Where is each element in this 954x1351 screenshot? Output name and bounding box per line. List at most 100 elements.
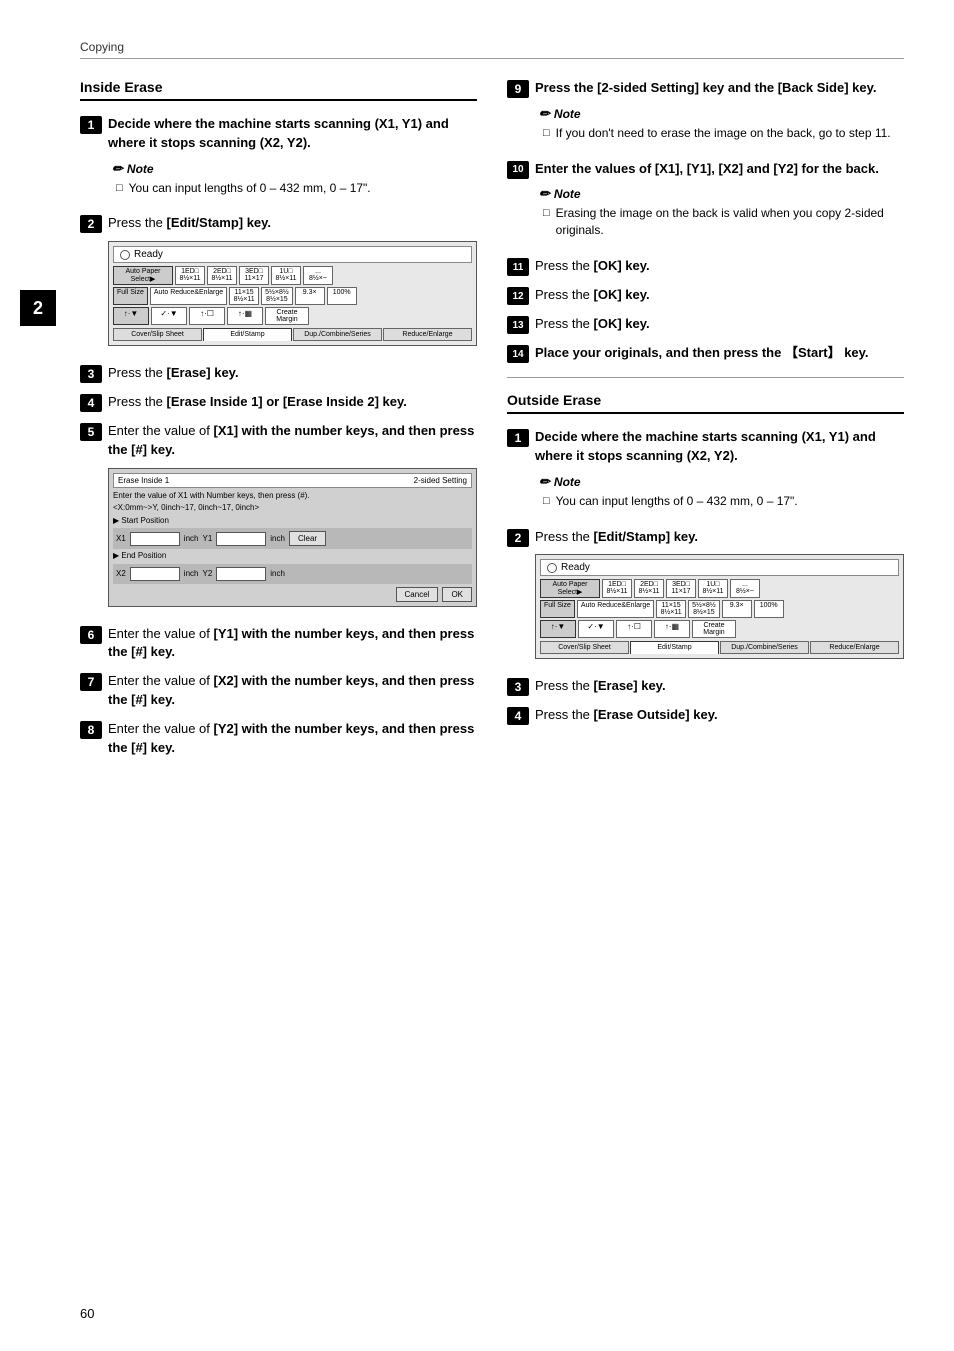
step-8-content: Enter the value of [Y2] with the number …	[108, 720, 477, 758]
y2-unit: inch	[270, 569, 285, 578]
step-10: 10 Enter the values of [X1], [Y1], [X2] …	[507, 160, 904, 247]
outside-screen-tray-5: ...8½×~	[730, 579, 760, 598]
screen-tray-4: 1U□8½×11	[271, 266, 301, 285]
step-num-10: 10	[507, 161, 529, 179]
step-9-text: Press the [2-sided Setting] key and the …	[535, 79, 904, 98]
screen-zoom: 9.3×	[295, 287, 325, 305]
screen-mockup-2: Erase Inside 1 2-sided Setting Enter the…	[108, 468, 477, 607]
step-num-6: 6	[80, 626, 102, 644]
step-5-text: Enter the value of [X1] with the number …	[108, 422, 477, 460]
step-13-content: Press the [OK] key.	[535, 315, 904, 334]
step-11-content: Press the [OK] key.	[535, 257, 904, 276]
screen-icon-3: ↑·☐	[189, 307, 225, 325]
screen-auto-paper: Auto PaperSelect▶	[113, 266, 173, 285]
screen2-end-pos: ▶ End Position	[113, 551, 472, 561]
outside-step-4-text: Press the [Erase Outside] key.	[535, 706, 904, 725]
outside-step-3-text: Press the [Erase] key.	[535, 677, 904, 696]
screen-header-1: Ready	[113, 246, 472, 263]
outside-screen-create-margin: CreateMargin	[692, 620, 736, 638]
screen-mockup-1: Ready Auto PaperSelect▶ 1ED□8½×11 2ED□8½…	[108, 241, 477, 346]
step-3-content: Press the [Erase] key.	[108, 364, 477, 383]
ok-btn-1[interactable]: OK	[442, 587, 472, 602]
step-8: 8 Enter the value of [Y2] with the numbe…	[80, 720, 477, 758]
outside-screen-tabs: Cover/Slip Sheet Edit/Stamp Dup./Combine…	[540, 641, 899, 654]
outside-screen-tray-1: 1ED□8½×11	[602, 579, 632, 598]
step-1-note: ✏ Note You can input lengths of 0 – 432 …	[108, 161, 477, 197]
step-6-content: Enter the value of [Y1] with the number …	[108, 625, 477, 663]
outside-step-num-4: 4	[507, 707, 529, 725]
outside-step-2-text: Press the [Edit/Stamp] key.	[535, 528, 904, 547]
step-8-text: Enter the value of [Y2] with the number …	[108, 720, 477, 758]
step-6: 6 Enter the value of [Y1] with the numbe…	[80, 625, 477, 663]
outside-screen-size-2: 5½×8½8½×15	[688, 600, 720, 618]
step-10-content: Enter the values of [X1], [Y1], [X2] and…	[535, 160, 904, 247]
step-7-content: Enter the value of [X2] with the number …	[108, 672, 477, 710]
pencil-icon-1: ✏	[112, 161, 123, 177]
step-num-9: 9	[507, 80, 529, 98]
screen-icon-row: ↑·▼ ✓·▼ ↑·☐ ↑·▦ CreateMargin	[113, 307, 472, 325]
screen2-header: Erase Inside 1 2-sided Setting	[113, 473, 472, 488]
y2-field[interactable]	[216, 567, 266, 581]
x1-field[interactable]	[130, 532, 180, 546]
step-1-text: Decide where the machine starts scanning…	[108, 116, 449, 150]
outside-screen-icon-row: ↑·▼ ✓·▼ ↑·☐ ↑·▦ CreateMargin	[540, 620, 899, 638]
y1-field[interactable]	[216, 532, 266, 546]
step-13: 13 Press the [OK] key.	[507, 315, 904, 334]
clear-btn-1[interactable]: Clear	[289, 531, 326, 546]
cancel-btn-1[interactable]: Cancel	[396, 587, 439, 602]
step-num-3: 3	[80, 365, 102, 383]
x1-unit: inch	[184, 534, 199, 543]
step-13-text: Press the [OK] key.	[535, 315, 904, 334]
step-4-content: Press the [Erase Inside 1] or [Erase Ins…	[108, 393, 477, 412]
screen-tray-2: 2ED□8½×11	[207, 266, 237, 285]
screen-icon-2: ✓·▼	[151, 307, 187, 325]
screen-paper-row: Auto PaperSelect▶ 1ED□8½×11 2ED□8½×11 3E…	[113, 266, 472, 285]
step-5: 5 Enter the value of [X1] with the numbe…	[80, 422, 477, 614]
x2-field[interactable]	[130, 567, 180, 581]
outside-screen-fullsize: Full Size	[540, 600, 575, 618]
outside-screen-tray-4: 1U□8½×11	[698, 579, 728, 598]
step-12-text: Press the [OK] key.	[535, 286, 904, 305]
outside-screen-tab-edit: Edit/Stamp	[630, 641, 719, 654]
screen2-info-1: Enter the value of X1 with Number keys, …	[113, 491, 472, 501]
page-number: 60	[80, 1306, 94, 1321]
inside-erase-section: Inside Erase 1 Decide where the machine …	[80, 79, 477, 768]
note-item-10: Erasing the image on the back is valid w…	[539, 205, 904, 239]
screen2-end-inputs: X2 inch Y2 inch	[113, 564, 472, 584]
outside-note-title-1: ✏ Note	[539, 474, 904, 490]
step-9-content: Press the [2-sided Setting] key and the …	[535, 79, 904, 150]
step-num-14: 14	[507, 345, 529, 363]
screen-size-1: 11×158½×11	[229, 287, 259, 305]
outside-screen-icon-4: ↑·▦	[654, 620, 690, 638]
outside-step-1-text: Decide where the machine starts scanning…	[535, 428, 904, 466]
step-3-text: Press the [Erase] key.	[108, 364, 477, 383]
outside-note-item-1: You can input lengths of 0 – 432 mm, 0 –…	[539, 493, 904, 510]
step-1: 1 Decide where the machine starts scanni…	[80, 115, 477, 204]
screen-icon-4: ↑·▦	[227, 307, 263, 325]
step-12-content: Press the [OK] key.	[535, 286, 904, 305]
screen2-info-2: <X:0mm~>Y, 0inch~17, 0inch~17, 0inch>	[113, 503, 472, 513]
outside-pencil-icon-1: ✏	[539, 474, 550, 490]
step-14-content: Place your originals, and then press the…	[535, 344, 904, 363]
step-12: 12 Press the [OK] key.	[507, 286, 904, 305]
step-14: 14 Place your originals, and then press …	[507, 344, 904, 363]
outside-screen-tab-reduce: Reduce/Enlarge	[810, 641, 899, 654]
screen-mockup-outside: Ready Auto PaperSelect▶ 1ED□8½×11 2ED□8½…	[535, 554, 904, 659]
screen2-start-pos: ▶ Start Position	[113, 516, 472, 526]
screen-fullsize: Full Size	[113, 287, 148, 305]
section-divider	[507, 377, 904, 378]
step-6-text: Enter the value of [Y1] with the number …	[108, 625, 477, 663]
outside-erase-title: Outside Erase	[507, 392, 904, 414]
outside-screen-icon-1: ↑·▼	[540, 620, 576, 638]
step-num-5: 5	[80, 423, 102, 441]
screen2-header-left: Erase Inside 1	[118, 476, 169, 485]
screen-tabs-1: Cover/Slip Sheet Edit/Stamp Dup./Combine…	[113, 328, 472, 341]
right-column: 9 Press the [2-sided Setting] key and th…	[507, 79, 904, 768]
step-5-content: Enter the value of [X1] with the number …	[108, 422, 477, 614]
step-num-7: 7	[80, 673, 102, 691]
step-num-13: 13	[507, 316, 529, 334]
screen2-action-btns: Cancel OK	[113, 587, 472, 602]
screen-tab-cover: Cover/Slip Sheet	[113, 328, 202, 341]
screen-tab-dup: Dup./Combine/Series	[293, 328, 382, 341]
outside-screen-size-row: Full Size Auto Reduce&Enlarge 11×158½×11…	[540, 600, 899, 618]
